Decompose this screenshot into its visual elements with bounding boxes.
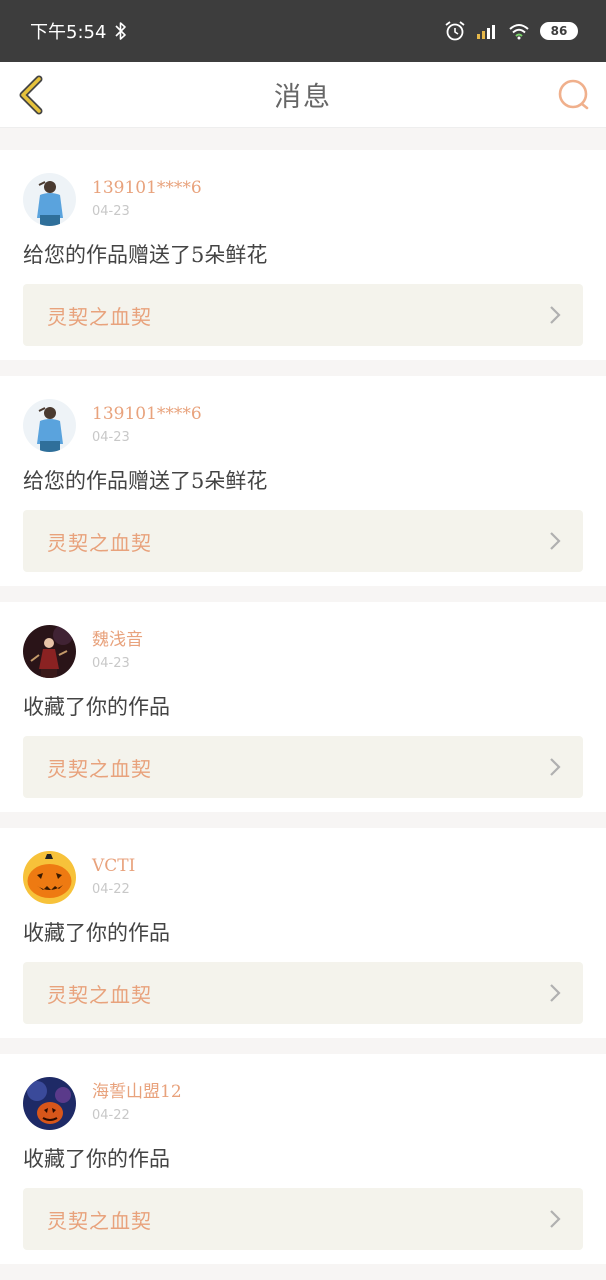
nav-bar: 消息: [0, 62, 606, 128]
message-card: 139101****6 04-23 给您的作品赠送了5朵鲜花 灵契之血契: [0, 376, 606, 586]
avatar-girl-icon[interactable]: [23, 172, 76, 226]
work-link-button[interactable]: 灵契之血契: [23, 962, 583, 1024]
user-name[interactable]: 海誓山盟12: [92, 1081, 182, 1103]
message-meta: 139101****6 04-23: [92, 177, 202, 222]
message-meta: 海誓山盟12 04-22: [92, 1081, 182, 1126]
chevron-right-icon: [550, 1210, 561, 1228]
chevron-right-icon: [550, 306, 561, 324]
work-title: 灵契之血契: [47, 1208, 152, 1233]
user-name[interactable]: 139101****6: [92, 403, 202, 425]
work-link-button[interactable]: 灵契之血契: [23, 284, 583, 346]
status-left: 下午5:54: [30, 18, 128, 44]
avatar-dark-figure-icon[interactable]: [23, 624, 76, 678]
status-bar: 下午5:54 86: [0, 0, 606, 62]
signal-icon: [477, 25, 495, 39]
message-header: 魏浅音 04-23: [23, 624, 583, 678]
message-header: 139101****6 04-23: [23, 398, 583, 452]
message-text: 收藏了你的作品: [23, 1147, 170, 1171]
avatar-blue-night-icon[interactable]: [23, 1076, 76, 1130]
message-header: 139101****6 04-23: [23, 172, 583, 226]
work-link-button[interactable]: 灵契之血契: [23, 736, 583, 798]
avatar-girl-icon[interactable]: [23, 398, 76, 452]
alarm-icon: [445, 21, 465, 41]
status-right: 86: [444, 20, 578, 42]
chevron-right-icon: [550, 758, 561, 776]
message-header: VCTI 04-22: [23, 850, 583, 904]
chevron-left-icon: [19, 75, 43, 114]
message-date: 04-23: [92, 203, 130, 219]
search-icon: [558, 79, 589, 109]
work-link-button[interactable]: 灵契之血契: [23, 1188, 583, 1250]
message-date: 04-23: [92, 429, 130, 445]
user-name[interactable]: 139101****6: [92, 177, 202, 199]
search-button[interactable]: [556, 75, 592, 115]
chevron-right-icon: [550, 984, 561, 1002]
message-card: 139101****6 04-23 给您的作品赠送了5朵鲜花 灵契之血契: [0, 150, 606, 360]
message-meta: 139101****6 04-23: [92, 403, 202, 448]
work-title: 灵契之血契: [47, 530, 152, 555]
message-card: 魏浅音 04-23 收藏了你的作品 灵契之血契: [0, 602, 606, 812]
message-meta: VCTI 04-22: [92, 855, 135, 900]
work-link-button[interactable]: 灵契之血契: [23, 510, 583, 572]
bluetooth-icon: [115, 22, 127, 40]
work-title: 灵契之血契: [47, 304, 152, 329]
message-card: VCTI 04-22 收藏了你的作品 灵契之血契: [0, 828, 606, 1038]
message-list: 139101****6 04-23 给您的作品赠送了5朵鲜花 灵契之血契 139…: [0, 128, 606, 1264]
message-text: 收藏了你的作品: [23, 695, 170, 719]
message-date: 04-23: [92, 655, 130, 671]
message-text: 给您的作品赠送了5朵鲜花: [23, 469, 268, 493]
page-title: 消息: [274, 82, 332, 113]
work-title: 灵契之血契: [47, 982, 152, 1007]
message-header: 海誓山盟12 04-22: [23, 1076, 583, 1130]
back-button[interactable]: [14, 75, 50, 115]
work-title: 灵契之血契: [47, 756, 152, 781]
avatar-pumpkin-icon[interactable]: [23, 850, 76, 904]
battery-indicator: 86: [540, 22, 578, 40]
message-text: 给您的作品赠送了5朵鲜花: [23, 243, 268, 267]
message-meta: 魏浅音 04-23: [92, 629, 143, 674]
user-name[interactable]: VCTI: [92, 855, 135, 877]
chevron-right-icon: [550, 532, 561, 550]
status-time: 下午5:54: [30, 22, 107, 43]
message-date: 04-22: [92, 881, 130, 897]
wifi-icon: [509, 24, 529, 40]
message-text: 收藏了你的作品: [23, 921, 170, 945]
message-date: 04-22: [92, 1107, 130, 1123]
message-card: 海誓山盟12 04-22 收藏了你的作品 灵契之血契: [0, 1054, 606, 1264]
user-name[interactable]: 魏浅音: [92, 629, 143, 651]
